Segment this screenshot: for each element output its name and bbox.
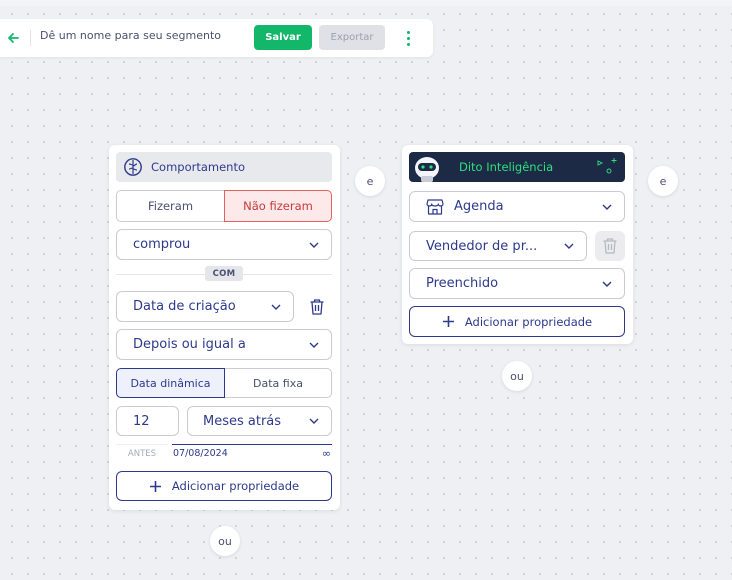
dito-property-select-value: Vendedor de pr...: [426, 238, 538, 254]
chevron-down-icon: [602, 281, 612, 287]
plus-icon: [442, 316, 454, 327]
event-select-value: comprou: [133, 237, 191, 252]
trash-icon: [603, 238, 617, 254]
behavior-card: Comportamento Fizeram Não fizeram compro…: [109, 145, 340, 510]
export-button[interactable]: Exportar: [319, 25, 385, 50]
kebab-menu-icon[interactable]: [400, 27, 416, 49]
property-select[interactable]: Data de criação: [116, 291, 294, 322]
and-connector-2[interactable]: e: [648, 166, 678, 196]
arrow-left-icon: [8, 33, 19, 43]
store-icon: [426, 198, 444, 215]
behavior-card-header: Comportamento: [116, 152, 332, 182]
chevron-down-icon: [564, 243, 574, 249]
amount-input[interactable]: 12: [116, 406, 179, 436]
dito-add-property-label: Adicionar propriedade: [464, 314, 593, 329]
dito-card-header: Dito Inteligência: [409, 152, 625, 182]
or-connector-dito[interactable]: ou: [502, 361, 532, 391]
plus-icon: [149, 480, 161, 492]
toggle-did[interactable]: Fizeram: [116, 190, 224, 222]
infinity-symbol: ∞: [321, 447, 331, 460]
toggle-did-not[interactable]: Não fizeram: [224, 190, 332, 222]
chevron-down-icon: [271, 304, 281, 310]
property-select-value: Data de criação: [133, 299, 236, 314]
back-button[interactable]: [4, 28, 22, 48]
delete-property-button-disabled[interactable]: [595, 231, 625, 261]
add-property-label: Adicionar propriedade: [171, 479, 300, 493]
segment-toolbar: Dê um nome para seu segmento Salvar Expo…: [0, 19, 433, 57]
dito-value-select-value: Preenchido: [426, 276, 499, 291]
dito-card-title: Dito Inteligência: [459, 160, 554, 174]
operator-select[interactable]: Depois ou igual a: [116, 329, 332, 360]
agenda-select-value: Agenda: [454, 199, 504, 214]
dito-property-select[interactable]: Vendedor de pr...: [409, 231, 587, 261]
tab-dynamic-date[interactable]: Data dinâmica: [116, 368, 225, 398]
save-button[interactable]: Salvar: [254, 25, 312, 50]
or-connector-behavior[interactable]: ou: [210, 526, 240, 556]
behavior-card-title: Comportamento: [151, 160, 245, 174]
date-range-field[interactable]: 07/08/2024 ∞: [172, 444, 332, 462]
segment-name-input[interactable]: Dê um nome para seu segmento: [40, 29, 240, 42]
operator-select-value: Depois ou igual a: [133, 337, 246, 352]
time-unit-select[interactable]: Meses atrás: [187, 406, 332, 436]
tab-fixed-date[interactable]: Data fixa: [225, 368, 332, 398]
chevron-down-icon: [309, 242, 319, 248]
and-connector-1[interactable]: e: [355, 166, 385, 196]
time-unit-select-value: Meses atrás: [203, 413, 282, 429]
with-badge: COM: [205, 266, 243, 281]
chevron-down-icon: [602, 204, 612, 210]
add-property-button[interactable]: Adicionar propriedade: [116, 471, 332, 501]
dito-value-select[interactable]: Preenchido: [409, 268, 625, 299]
chevron-down-icon: [309, 418, 319, 424]
date-value: 07/08/2024: [173, 448, 228, 459]
before-label: ANTES: [116, 444, 168, 462]
robot-avatar-icon: [415, 157, 439, 182]
top-edge: [0, 0, 732, 6]
sparkle-decoration-icon: [597, 158, 617, 174]
delete-property-button[interactable]: [302, 291, 332, 322]
agenda-select[interactable]: Agenda: [409, 191, 625, 222]
dito-add-property-button[interactable]: Adicionar propriedade: [409, 306, 625, 337]
brain-icon: [124, 158, 142, 176]
chevron-down-icon: [309, 342, 319, 348]
dito-intelligence-card: Dito Inteligência Agenda Vendedor de pr.…: [402, 145, 633, 344]
event-select[interactable]: comprou: [116, 229, 332, 260]
trash-icon: [310, 298, 324, 315]
toolbar-divider: [30, 30, 31, 46]
